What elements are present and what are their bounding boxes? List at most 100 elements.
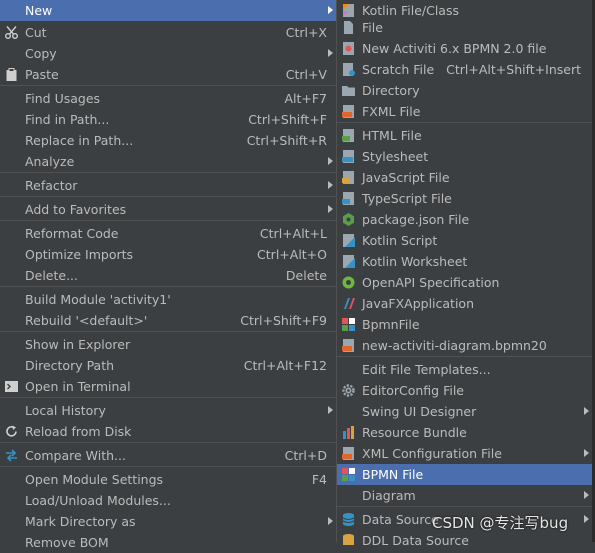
new-submenu-item-html-file[interactable]: HTML File	[337, 125, 593, 146]
new-submenu-item-fxml-file[interactable]: FXML File	[337, 101, 593, 122]
terminal-icon	[4, 379, 19, 394]
menu-item-shortcut: Ctrl+Shift+F	[248, 112, 327, 127]
javafx-icon	[341, 296, 356, 311]
context-menu-item-local-history[interactable]: Local History	[0, 400, 336, 421]
activiti-icon	[341, 41, 356, 56]
new-submenu-item-resource-bundle[interactable]: Resource Bundle	[337, 422, 593, 443]
context-menu-item-compare-with[interactable]: Compare With... Ctrl+D	[0, 445, 336, 466]
resource-bundle-icon	[341, 425, 356, 440]
compare-icon	[4, 448, 19, 463]
context-menu: New Cut Ctrl+X Copy Paste Ctrl+V Find Usages Al…	[0, 0, 337, 550]
fxml-icon	[341, 104, 356, 119]
menu-item-label: Find Usages	[25, 91, 101, 106]
new-submenu-item-javascript-file[interactable]: JavaScript File	[337, 167, 593, 188]
menu-item-label: Analyze	[25, 154, 75, 169]
menu-item-label: Optimize Imports	[25, 247, 134, 262]
menu-item-label: File	[362, 20, 383, 35]
ddl-icon	[341, 533, 356, 548]
context-menu-item-open-module-settings[interactable]: Open Module Settings F4	[0, 469, 336, 490]
context-menu-item-copy[interactable]: Copy	[0, 43, 336, 64]
context-menu-item-optimize-imports[interactable]: Optimize Imports Ctrl+Alt+O	[0, 244, 336, 265]
new-submenu-item-new-activiti-diagram-bpmn20[interactable]: new-activiti-diagram.bpmn20	[337, 335, 593, 356]
menu-item-label: DDL Data Source	[362, 533, 469, 548]
context-menu-item-replace-in-path[interactable]: Replace in Path... Ctrl+Shift+R	[0, 130, 336, 151]
menu-separator	[0, 172, 336, 173]
context-menu-item-build-module-activity1[interactable]: Build Module 'activity1'	[0, 289, 336, 310]
new-submenu-item-new-activiti-6-x-bpmn-2-0-file[interactable]: New Activiti 6.x BPMN 2.0 file	[337, 38, 593, 59]
context-menu-item-mark-directory-as[interactable]: Mark Directory as	[0, 511, 336, 532]
submenu-arrow-icon	[328, 6, 333, 14]
menu-separator	[0, 196, 336, 197]
context-menu-item-show-in-explorer[interactable]: Show in Explorer	[0, 334, 336, 355]
menu-item-label: Kotlin Worksheet	[362, 254, 468, 269]
new-submenu-item-xml-configuration-file[interactable]: XML Configuration File	[337, 443, 593, 464]
menu-item-shortcut: Ctrl+D	[284, 448, 327, 463]
new-submenu-item-scratch-file[interactable]: Scratch File Ctrl+Alt+Shift+Insert	[337, 59, 593, 80]
submenu-arrow-icon	[584, 449, 589, 457]
new-submenu-item-directory[interactable]: Directory	[337, 80, 593, 101]
new-submenu-item-javafxapplication[interactable]: JavaFXApplication	[337, 293, 593, 314]
submenu-arrow-icon	[328, 49, 333, 57]
new-submenu-item-diagram[interactable]: Diagram	[337, 485, 593, 506]
gear-icon	[341, 383, 356, 398]
new-submenu-item-stylesheet[interactable]: Stylesheet	[337, 146, 593, 167]
new-submenu-item-kotlin-worksheet[interactable]: Kotlin Worksheet	[337, 251, 593, 272]
menu-item-label: Show in Explorer	[25, 337, 131, 352]
context-menu-item-load-unload-modules[interactable]: Load/Unload Modules...	[0, 490, 336, 511]
menu-item-label: New Activiti 6.x BPMN 2.0 file	[362, 41, 547, 56]
new-submenu-item-edit-file-templates[interactable]: Edit File Templates...	[337, 359, 593, 380]
context-menu-item-paste[interactable]: Paste Ctrl+V	[0, 64, 336, 85]
menu-item-label: BPMN File	[362, 467, 424, 482]
menu-item-label: Refactor	[25, 178, 78, 193]
context-menu-item-new[interactable]: New	[0, 0, 336, 21]
context-menu-item-add-to-favorites[interactable]: Add to Favorites	[0, 199, 336, 220]
menu-item-label: new-activiti-diagram.bpmn20	[362, 338, 547, 353]
context-menu-item-directory-path[interactable]: Directory Path Ctrl+Alt+F12	[0, 355, 336, 376]
context-menu-item-delete[interactable]: Delete... Delete	[0, 265, 336, 286]
menu-item-label: Stylesheet	[362, 149, 429, 164]
menu-separator	[0, 466, 336, 467]
context-menu-item-cut[interactable]: Cut Ctrl+X	[0, 22, 336, 43]
javascript-icon	[341, 170, 356, 185]
context-menu-item-find-usages[interactable]: Find Usages Alt+F7	[0, 88, 336, 109]
context-menu-item-reload-from-disk[interactable]: Reload from Disk	[0, 421, 336, 442]
submenu-arrow-icon	[584, 491, 589, 499]
menu-item-shortcut: Ctrl+Shift+R	[246, 133, 327, 148]
new-submenu-item-package-json-file[interactable]: package.json File	[337, 209, 593, 230]
menu-item-shortcut: Ctrl+V	[285, 67, 327, 82]
menu-item-label: FXML File	[362, 104, 421, 119]
context-menu-item-find-in-path[interactable]: Find in Path... Ctrl+Shift+F	[0, 109, 336, 130]
menu-separator	[0, 331, 336, 332]
menu-item-label: TypeScript File	[362, 191, 452, 206]
new-submenu-item-kotlin-script[interactable]: Kotlin Script	[337, 230, 593, 251]
new-submenu-item-ddl-data-source[interactable]: DDL Data Source	[337, 530, 593, 551]
bpmn-icon	[341, 467, 356, 482]
menu-item-shortcut: F4	[311, 472, 327, 487]
menu-separator	[337, 506, 593, 507]
new-submenu-item-typescript-file[interactable]: TypeScript File	[337, 188, 593, 209]
context-menu-item-refactor[interactable]: Refactor	[0, 175, 336, 196]
kotlin-file-icon	[341, 3, 356, 18]
new-submenu-item-editorconfig-file[interactable]: EditorConfig File	[337, 380, 593, 401]
submenu-arrow-icon	[328, 181, 333, 189]
new-submenu-item-bpmn-file[interactable]: BPMN File	[337, 464, 593, 485]
menu-item-label: OpenAPI Specification	[362, 275, 500, 290]
new-submenu-item-file[interactable]: File	[337, 17, 593, 38]
openapi-icon	[341, 275, 356, 290]
menu-item-shortcut: Ctrl+Alt+O	[257, 247, 327, 262]
context-menu-item-analyze[interactable]: Analyze	[0, 151, 336, 172]
context-menu-item-rebuild-default[interactable]: Rebuild '<default>' Ctrl+Shift+F9	[0, 310, 336, 331]
menu-separator	[337, 122, 593, 123]
menu-item-label: Kotlin File/Class	[362, 3, 459, 18]
scratch-file-icon	[341, 62, 356, 77]
new-submenu-item-bpmnfile[interactable]: BpmnFile	[337, 314, 593, 335]
context-menu-item-open-in-terminal[interactable]: Open in Terminal	[0, 376, 336, 397]
new-submenu-item-swing-ui-designer[interactable]: Swing UI Designer	[337, 401, 593, 422]
context-menu-item-remove-bom[interactable]: Remove BOM	[0, 532, 336, 553]
typescript-icon	[341, 191, 356, 206]
new-submenu-item-openapi-specification[interactable]: OpenAPI Specification	[337, 272, 593, 293]
submenu-arrow-icon	[328, 157, 333, 165]
menu-item-label: Local History	[25, 403, 106, 418]
context-menu-item-reformat-code[interactable]: Reformat Code Ctrl+Alt+L	[0, 223, 336, 244]
menu-item-label: JavaScript File	[362, 170, 450, 185]
